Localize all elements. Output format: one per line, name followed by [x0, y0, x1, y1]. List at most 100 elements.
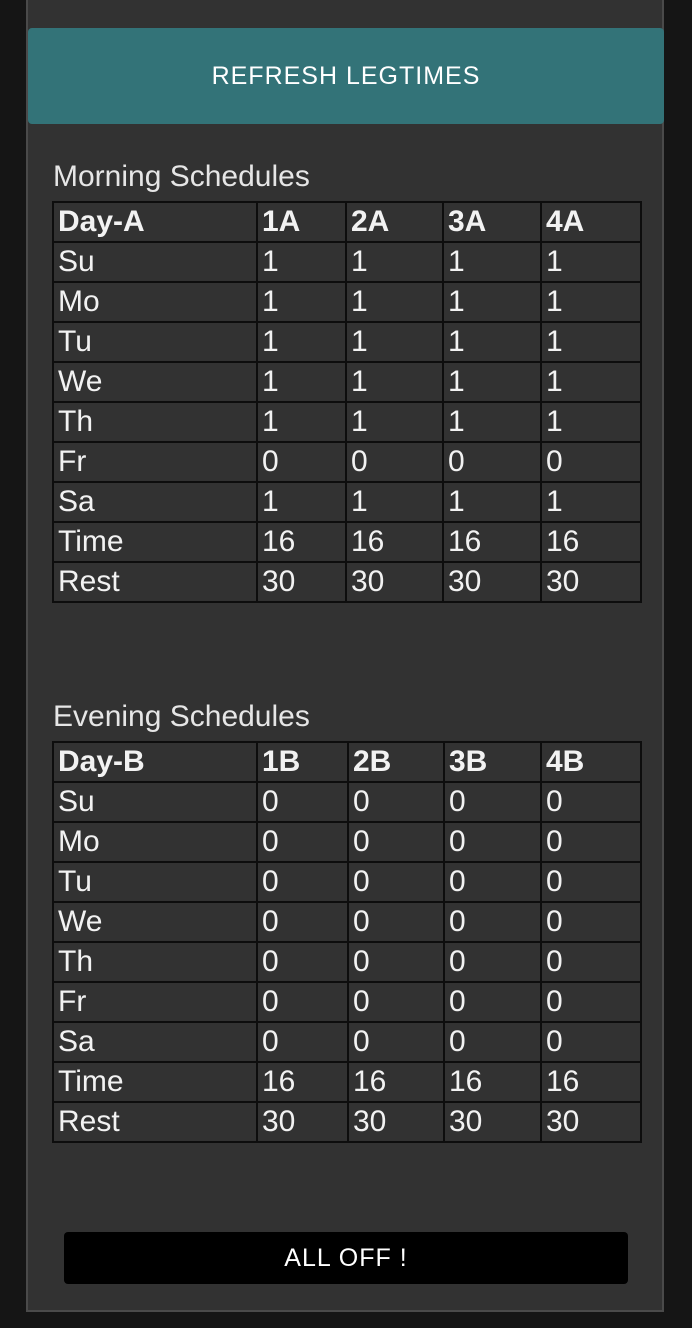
evening-schedules-title: Evening Schedules	[53, 700, 310, 733]
value-cell: 0	[540, 941, 642, 983]
value-cell: 1	[442, 321, 542, 363]
row-label-cell: Mo	[52, 281, 258, 323]
value-cell: 30	[443, 1101, 542, 1143]
leg-column-header: 4B	[540, 741, 642, 783]
table-row: Tu 1 1 1 1	[52, 321, 642, 363]
value-cell: 0	[540, 901, 642, 943]
row-label-cell: Su	[52, 241, 258, 283]
value-cell: 0	[347, 941, 445, 983]
row-label-cell: Rest	[52, 1101, 258, 1143]
table-row: Th 0 0 0 0	[52, 941, 642, 983]
value-cell: 30	[540, 1101, 642, 1143]
value-cell: 0	[256, 781, 349, 823]
value-cell: 16	[442, 521, 542, 563]
leg-column-header: 1A	[256, 201, 347, 243]
value-cell: 1	[345, 401, 444, 443]
value-cell: 0	[256, 441, 347, 483]
table-row: We 1 1 1 1	[52, 361, 642, 403]
value-cell: 16	[540, 521, 642, 563]
leg-column-header: 2B	[347, 741, 445, 783]
value-cell: 1	[442, 281, 542, 323]
value-cell: 30	[442, 561, 542, 603]
value-cell: 0	[256, 941, 349, 983]
value-cell: 1	[256, 401, 347, 443]
table-header-row: Day-B 1B 2B 3B 4B	[52, 741, 642, 783]
value-cell: 30	[345, 561, 444, 603]
row-label-cell: Fr	[52, 441, 258, 483]
row-label-cell: Sa	[52, 481, 258, 523]
value-cell: 30	[347, 1101, 445, 1143]
table-row: Rest 30 30 30 30	[52, 1101, 642, 1143]
table-header-row: Day-A 1A 2A 3A 4A	[52, 201, 642, 243]
value-cell: 16	[256, 1061, 349, 1103]
value-cell: 0	[256, 821, 349, 863]
row-label-cell: Rest	[52, 561, 258, 603]
value-cell: 1	[442, 481, 542, 523]
leg-column-header: 1B	[256, 741, 349, 783]
value-cell: 0	[540, 981, 642, 1023]
value-cell: 1	[540, 281, 642, 323]
value-cell: 1	[540, 401, 642, 443]
table-row: Sa 0 0 0 0	[52, 1021, 642, 1063]
value-cell: 0	[443, 781, 542, 823]
value-cell: 0	[347, 1021, 445, 1063]
row-label-cell: Tu	[52, 321, 258, 363]
table-row: Time 16 16 16 16	[52, 1061, 642, 1103]
value-cell: 16	[256, 521, 347, 563]
value-cell: 0	[347, 861, 445, 903]
value-cell: 30	[256, 1101, 349, 1143]
table-row: Th 1 1 1 1	[52, 401, 642, 443]
row-label-cell: Su	[52, 781, 258, 823]
value-cell: 1	[442, 241, 542, 283]
value-cell: 0	[345, 441, 444, 483]
value-cell: 16	[347, 1061, 445, 1103]
value-cell: 0	[256, 981, 349, 1023]
row-label-cell: Sa	[52, 1021, 258, 1063]
leg-column-header: 3B	[443, 741, 542, 783]
table-row: Mo 1 1 1 1	[52, 281, 642, 323]
value-cell: 1	[345, 241, 444, 283]
table-row: Fr 0 0 0 0	[52, 981, 642, 1023]
refresh-legtimes-button[interactable]: REFRESH LEGTIMES	[28, 28, 664, 124]
table-row: Rest 30 30 30 30	[52, 561, 642, 603]
row-label-cell: Th	[52, 401, 258, 443]
morning-schedules-title: Morning Schedules	[53, 160, 310, 193]
day-column-header: Day-B	[52, 741, 258, 783]
value-cell: 1	[256, 321, 347, 363]
row-label-cell: Fr	[52, 981, 258, 1023]
value-cell: 30	[540, 561, 642, 603]
row-label-cell: We	[52, 361, 258, 403]
value-cell: 0	[256, 901, 349, 943]
value-cell: 0	[540, 781, 642, 823]
table-row: Tu 0 0 0 0	[52, 861, 642, 903]
value-cell: 0	[443, 1021, 542, 1063]
value-cell: 0	[256, 1021, 349, 1063]
value-cell: 1	[540, 361, 642, 403]
evening-schedule-table: Day-B 1B 2B 3B 4B Su 0 0 0 0 Mo 0 0 0 0 Tu 0 0 0 0 We 0 0 0 0 Th…	[52, 741, 642, 1143]
value-cell: 1	[345, 361, 444, 403]
value-cell: 1	[442, 401, 542, 443]
value-cell: 0	[443, 981, 542, 1023]
leg-column-header: 2A	[345, 201, 444, 243]
all-off-button[interactable]: ALL OFF !	[64, 1232, 628, 1284]
value-cell: 30	[256, 561, 347, 603]
value-cell: 0	[442, 441, 542, 483]
row-label-cell: Mo	[52, 821, 258, 863]
table-row: Fr 0 0 0 0	[52, 441, 642, 483]
value-cell: 1	[256, 281, 347, 323]
value-cell: 0	[443, 901, 542, 943]
table-row: Su 0 0 0 0	[52, 781, 642, 823]
table-row: Mo 0 0 0 0	[52, 821, 642, 863]
value-cell: 0	[540, 821, 642, 863]
leg-column-header: 3A	[442, 201, 542, 243]
value-cell: 0	[347, 821, 445, 863]
value-cell: 0	[540, 1021, 642, 1063]
value-cell: 0	[347, 781, 445, 823]
value-cell: 16	[540, 1061, 642, 1103]
value-cell: 1	[256, 361, 347, 403]
value-cell: 0	[540, 441, 642, 483]
row-label-cell: Time	[52, 1061, 258, 1103]
leg-column-header: 4A	[540, 201, 642, 243]
table-row: Sa 1 1 1 1	[52, 481, 642, 523]
table-row: We 0 0 0 0	[52, 901, 642, 943]
